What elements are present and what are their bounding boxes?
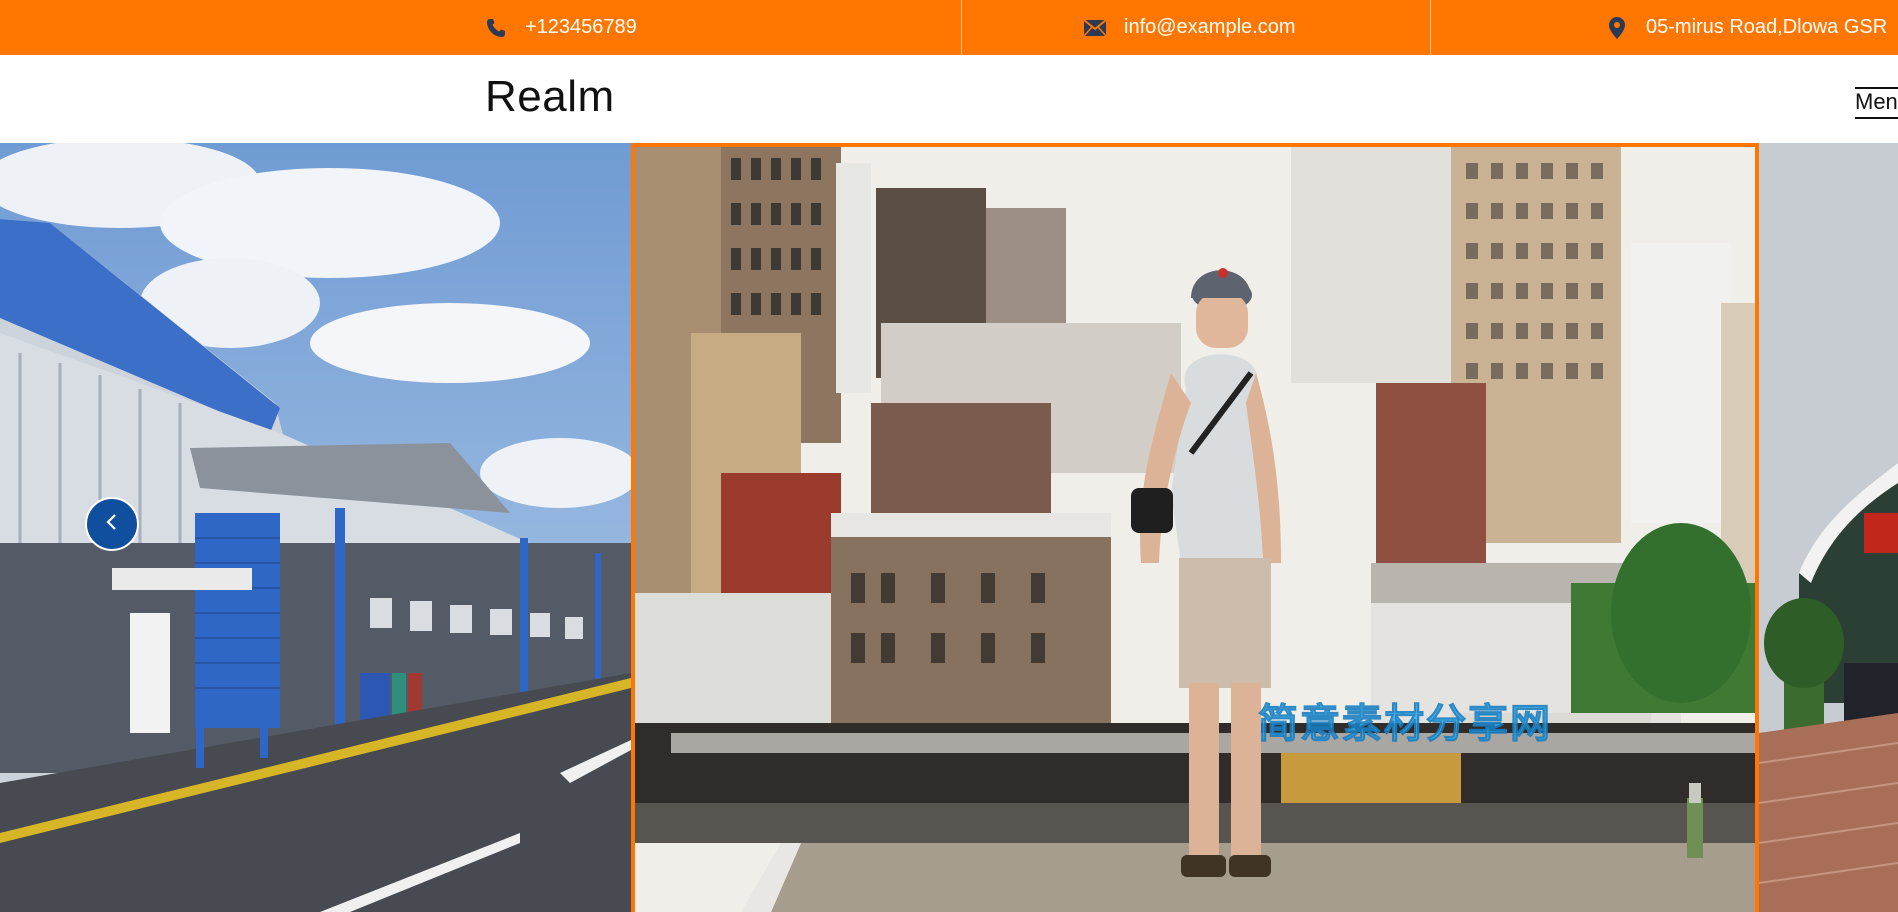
phone-icon [485,17,507,39]
chevron-left-icon [104,512,120,537]
brand-logo[interactable]: Realm [485,72,615,122]
address-contact[interactable]: 05-mirus Road,Dlowa GSR [1606,0,1887,55]
site-header: Realm Menu [0,55,1898,143]
phone-contact[interactable]: +123456789 [485,0,637,55]
hero-slider: 简意素材分享网 [0,143,1898,912]
menu-button[interactable]: Menu [1855,87,1898,119]
divider [961,0,962,55]
divider [1430,0,1431,55]
active-slide-frame [631,143,1759,912]
envelope-icon [1084,17,1106,39]
contact-bar: +123456789 info@example.com 05-mirus Roa… [0,0,1898,55]
phone-number: +123456789 [525,16,637,38]
watermark: 简意素材分享网 [1258,702,1552,747]
slider-prev-button[interactable] [85,497,139,551]
map-marker-icon [1606,16,1628,39]
address-text: 05-mirus Road,Dlowa GSR [1646,16,1888,38]
email-contact[interactable]: info@example.com [1084,0,1295,55]
slide-street [1759,143,1898,912]
email-address: info@example.com [1124,16,1296,38]
